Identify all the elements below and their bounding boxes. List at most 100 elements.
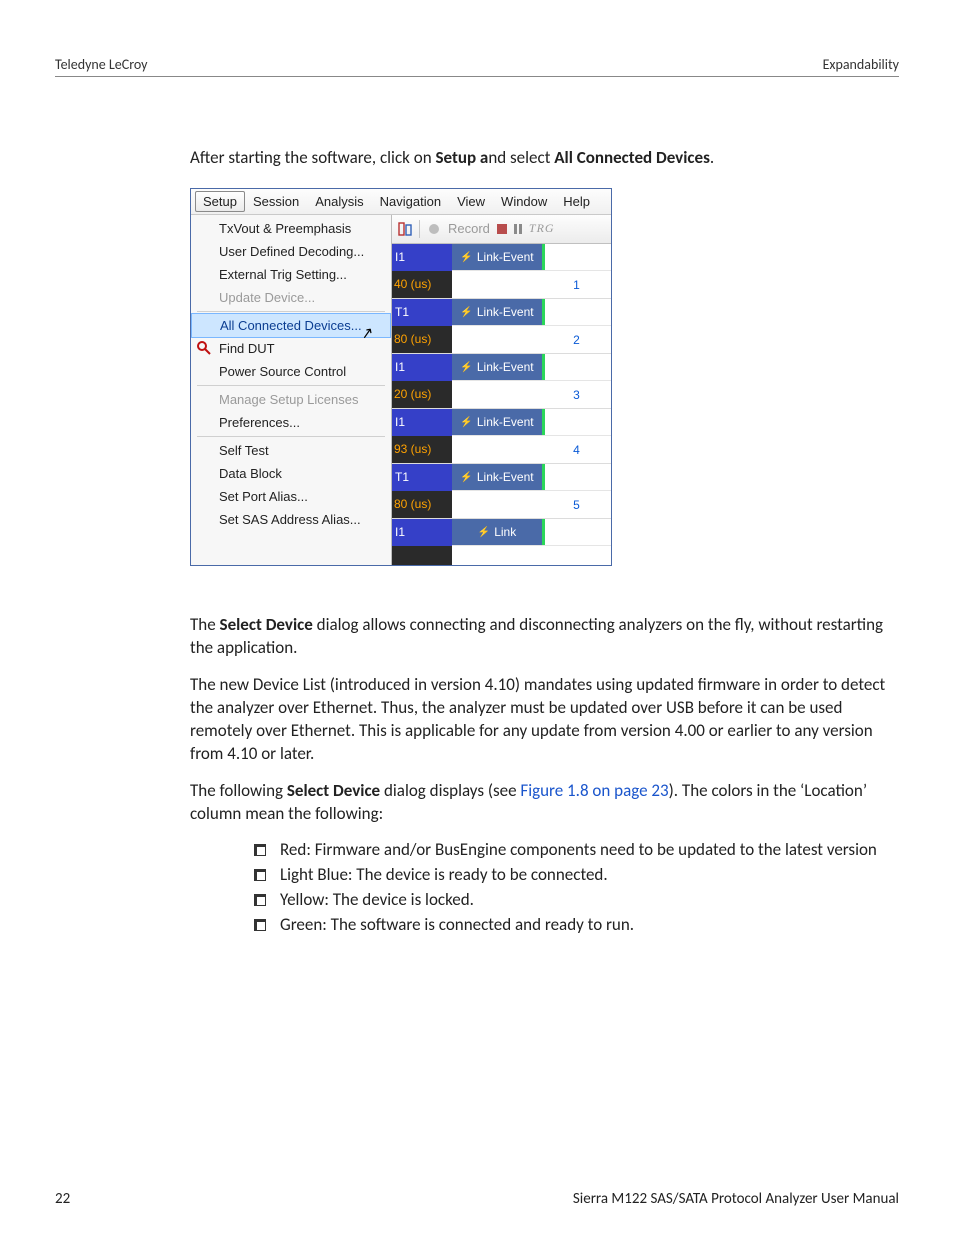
lightning-icon: ⚡ xyxy=(460,307,472,318)
pause-icon[interactable] xyxy=(514,224,522,234)
menu-item[interactable]: User Defined Decoding... xyxy=(191,240,391,263)
port-cell: I1 xyxy=(392,409,452,436)
menu-setup[interactable]: Setup xyxy=(195,191,245,212)
trace-row: I1 ⚡ Link xyxy=(392,519,611,565)
trigger-icon[interactable]: TRG xyxy=(529,221,555,236)
intro-text-suffix: . xyxy=(710,147,714,168)
event-index: 2 xyxy=(542,326,611,353)
toolbar-glyph-icon[interactable] xyxy=(398,222,412,236)
menu-separator xyxy=(197,311,385,312)
p-text: The xyxy=(190,614,220,635)
event-label: ⚡ Link-Event xyxy=(452,299,545,326)
event-index: 3 xyxy=(542,381,611,408)
port-cell: T1 xyxy=(392,299,452,326)
event-text: Link-Event xyxy=(477,470,534,484)
menu-item[interactable]: Data Block xyxy=(191,462,391,485)
time-cell: 40 (us) xyxy=(392,271,452,298)
menu-item[interactable]: External Trig Setting... xyxy=(191,263,391,286)
lightning-icon: ⚡ xyxy=(460,362,472,373)
menu-item[interactable]: Set SAS Address Alias... xyxy=(191,508,391,531)
menu-item[interactable]: Self Test xyxy=(191,439,391,462)
event-text: Link xyxy=(494,525,516,539)
event-index: 4 xyxy=(542,436,611,463)
time-cell: 93 (us) xyxy=(392,436,452,463)
record-circle-icon[interactable] xyxy=(427,222,441,236)
list-item: Light Blue: The device is ready to be co… xyxy=(280,864,889,887)
event-label: ⚡ Link-Event xyxy=(452,354,545,381)
trace-row: T180 (us) ⚡ Link-Event 2 xyxy=(392,299,611,354)
workarea: Record TRG I140 (us)⚡Link-Event1T180 (us… xyxy=(392,215,611,565)
port-cell: T1 xyxy=(392,464,452,491)
event-label: ⚡ Link-Event xyxy=(452,244,545,271)
stop-icon[interactable] xyxy=(497,224,507,234)
event-label: ⚡ Link-Event xyxy=(452,464,545,491)
intro-bold-devices: All Connected Devices xyxy=(554,147,710,168)
toolbar-separator xyxy=(419,220,420,238)
header-left: Teledyne LeCroy xyxy=(55,56,148,73)
find-dut-icon xyxy=(196,340,212,356)
menu-item[interactable]: Preferences... xyxy=(191,411,391,434)
figure-xref-link[interactable]: Figure 1.8 on page 23 xyxy=(520,780,668,801)
port-cell: I1 xyxy=(392,354,452,381)
firmware-paragraph: The new Device List (introduced in versi… xyxy=(190,674,889,766)
menu-item: Manage Setup Licenses xyxy=(191,388,391,411)
trace-row: T180 (us)⚡Link-Event5 xyxy=(392,464,611,519)
header-right: Expandability xyxy=(823,56,899,73)
select-device-paragraph: The Select Device dialog allows connecti… xyxy=(190,614,889,660)
menu-separator xyxy=(197,436,385,437)
event-text: Link-Event xyxy=(477,250,534,264)
menu-item[interactable]: Find DUT xyxy=(191,337,391,360)
trace-row: I140 (us) ⚡ Link-Event 1 xyxy=(392,244,611,299)
p-bold: Select Device xyxy=(220,614,313,635)
menu-navigation[interactable]: Navigation xyxy=(372,191,449,212)
colors-paragraph: The following Select Device dialog displ… xyxy=(190,780,889,826)
list-item: Yellow: The device is locked. xyxy=(280,889,889,912)
port-cell: I1 xyxy=(392,519,452,546)
menu-separator xyxy=(197,385,385,386)
record-label[interactable]: Record xyxy=(448,221,490,236)
event-label: ⚡Link-Event xyxy=(452,409,545,436)
time-cell: 20 (us) xyxy=(392,381,452,408)
intro-text: After starting the software, click on xyxy=(190,147,435,168)
page-number: 22 xyxy=(55,1190,70,1208)
trace-row: I120 (us) ⚡ Link-Event 3 xyxy=(392,354,611,409)
setup-dropdown: TxVout & PreemphasisUser Defined Decodin… xyxy=(191,215,392,565)
menubar: Setup Session Analysis Navigation View W… xyxy=(191,189,611,215)
port-cell: I1 xyxy=(392,244,452,271)
menu-item[interactable]: TxVout & Preemphasis xyxy=(191,217,391,240)
menu-view[interactable]: View xyxy=(449,191,493,212)
menu-analysis[interactable]: Analysis xyxy=(307,191,371,212)
time-cell: 80 (us) xyxy=(392,326,452,353)
event-text: Link-Event xyxy=(477,305,534,319)
toolbar: Record TRG xyxy=(392,215,611,244)
menu-help[interactable]: Help xyxy=(555,191,598,212)
lightning-icon: ⚡ xyxy=(460,252,472,263)
p-bold: Select Device xyxy=(287,780,380,801)
event-text: Link-Event xyxy=(477,360,534,374)
manual-title: Sierra M122 SAS/SATA Protocol Analyzer U… xyxy=(573,1190,899,1208)
menu-item[interactable]: Set Port Alias... xyxy=(191,485,391,508)
event-index: 5 xyxy=(542,491,611,518)
list-item: Red: Firmware and/or BusEngine component… xyxy=(280,839,889,862)
intro-text-mid: nd select xyxy=(488,147,554,168)
event-label: ⚡ Link xyxy=(452,519,545,546)
lightning-icon: ⚡ xyxy=(460,472,472,483)
menu-item[interactable]: Power Source Control xyxy=(191,360,391,383)
event-index: 1 xyxy=(542,271,611,298)
intro-bold-setup: Setup a xyxy=(435,147,488,168)
menu-item[interactable]: All Connected Devices...↖ xyxy=(191,313,391,338)
trace-view: I140 (us)⚡Link-Event1T180 (us)⚡Link-Even… xyxy=(392,244,611,565)
menu-item: Update Device... xyxy=(191,286,391,309)
screenshot-figure: Setup Session Analysis Navigation View W… xyxy=(190,188,612,566)
p-text: dialog displays (see xyxy=(380,780,520,801)
running-header: Teledyne LeCroy Expandability xyxy=(55,56,899,77)
trace-row: I193 (us)⚡Link-Event4 xyxy=(392,409,611,464)
p-text: The following xyxy=(190,780,287,801)
list-item: Green: The software is connected and rea… xyxy=(280,914,889,937)
intro-paragraph: After starting the software, click on Se… xyxy=(190,147,889,170)
lightning-icon: ⚡ xyxy=(478,527,490,538)
menu-session[interactable]: Session xyxy=(245,191,307,212)
event-index xyxy=(542,546,611,565)
lightning-icon: ⚡ xyxy=(460,417,472,428)
menu-window[interactable]: Window xyxy=(493,191,555,212)
